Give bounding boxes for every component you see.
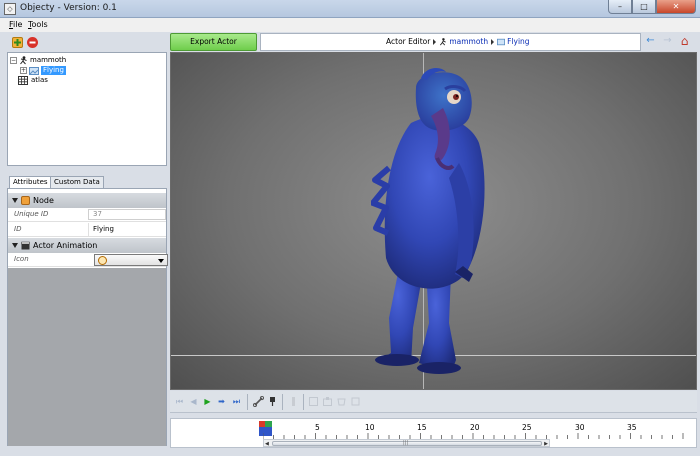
unique-id-field[interactable]: 37 (88, 209, 166, 220)
app-icon: ◇ (4, 3, 16, 15)
actor-icon (20, 56, 27, 65)
timeline[interactable]: 5 10 15 20 25 30 35 ◀ ||| ▶ (170, 418, 697, 448)
tree-item-label: Flying (41, 66, 66, 75)
tick-label: 20 (470, 423, 480, 432)
export-actor-animation-button[interactable]: Export Actor Animation (170, 33, 257, 62)
property-icon: Icon (8, 253, 168, 267)
icon-dropdown[interactable] (94, 254, 168, 266)
tree-item-label: atlas (31, 76, 48, 84)
tree-item-atlas[interactable]: atlas (18, 76, 48, 85)
menu-file-label: ile (13, 20, 23, 29)
add-node-icon[interactable] (12, 37, 23, 48)
clear-frame-icon[interactable] (350, 396, 361, 407)
collapse-icon (12, 198, 18, 203)
back-arrow-icon[interactable]: ← (644, 35, 657, 48)
pin-icon[interactable] (267, 396, 278, 407)
property-unique-id: Unique ID 37 (8, 208, 166, 222)
tree-item-mammoth[interactable]: − mammoth (10, 56, 66, 65)
mammoth-model (371, 68, 485, 374)
tick-label: 35 (627, 423, 637, 432)
menu-tools-label: ools (31, 20, 48, 29)
toolbar-separator (282, 394, 283, 410)
navigation-buttons: ← → ⌂ (644, 35, 691, 48)
id-field[interactable]: Flying (88, 223, 166, 236)
menu-file[interactable]: File (9, 20, 22, 29)
atlas-icon (18, 76, 28, 85)
property-grid: Node Unique ID 37 ID Flying Actor Animat… (7, 188, 168, 446)
scroll-left-icon[interactable]: ◀ (265, 441, 269, 447)
bone-tool-icon[interactable] (252, 395, 265, 408)
tab-custom-data[interactable]: Custom Data (50, 176, 104, 188)
paste-frame-icon[interactable] (322, 396, 333, 407)
tree-toolbar (7, 34, 167, 52)
scene-tree: − mammoth + Flying atlas (7, 52, 167, 166)
play-button[interactable]: ▶ (202, 396, 213, 407)
previous-frame-button[interactable]: ◀ (188, 396, 199, 407)
breadcrumb: Actor Editor mammoth Flying (260, 33, 641, 51)
breadcrumb-separator-icon (491, 39, 495, 45)
first-frame-button[interactable]: ⏮ (174, 396, 185, 407)
breadcrumb-separator-icon (433, 39, 437, 45)
animation-icon (29, 66, 39, 75)
breadcrumb-actor[interactable]: mammoth (449, 34, 488, 50)
icon-label: Icon (14, 255, 29, 263)
3d-viewport[interactable] (170, 52, 697, 390)
home-icon[interactable]: ⌂ (678, 35, 691, 48)
expander-icon[interactable]: + (20, 67, 27, 74)
toolbar-separator (247, 394, 248, 410)
section-actor-animation-label: Actor Animation (33, 241, 98, 250)
last-frame-button[interactable]: ⏭ (231, 396, 242, 407)
breadcrumb-animation[interactable]: Flying (507, 34, 529, 50)
playback-toolbar: ⏮ ◀ ▶ ➡ ⏭ (170, 391, 697, 413)
minimize-button[interactable]: – (608, 0, 632, 14)
next-frame-button[interactable]: ➡ (216, 396, 227, 407)
id-label: ID (14, 225, 22, 233)
tree-item-flying[interactable]: + Flying (20, 66, 66, 75)
tree-item-label: mammoth (30, 56, 67, 64)
clapperboard-icon (21, 241, 30, 250)
unique-id-label: Unique ID (14, 210, 49, 218)
tick-label: 10 (365, 423, 375, 432)
window-title: Objecty - Version: 0.1 (20, 3, 117, 13)
copy-frame-icon[interactable] (308, 396, 319, 407)
property-id: ID Flying (8, 223, 166, 237)
menu-tools[interactable]: Tools (28, 20, 48, 29)
breadcrumb-root[interactable]: Actor Editor (386, 34, 430, 50)
maximize-button[interactable]: □ (632, 0, 656, 14)
tick-label: 25 (522, 423, 532, 432)
clock-icon (98, 256, 107, 265)
scrollbar-grip: ||| (403, 440, 409, 446)
node-icon (21, 196, 30, 205)
property-grid-empty-area (8, 268, 166, 446)
collapse-icon (12, 243, 18, 248)
close-button[interactable]: ✕ (656, 0, 696, 14)
remove-node-icon[interactable] (27, 37, 38, 48)
timeline-scrollbar[interactable]: ◀ ||| ▶ (263, 439, 550, 447)
expander-icon[interactable]: − (10, 57, 17, 64)
property-tabs: Attributes Custom Data (7, 176, 167, 189)
toolbar-separator (303, 394, 304, 410)
animation-icon (497, 38, 506, 46)
key-icon[interactable] (288, 396, 299, 407)
scrollbar-thumb[interactable]: ||| (272, 440, 542, 446)
actor-icon (440, 38, 447, 46)
menu-bar: File Tools (0, 18, 700, 32)
section-node-label: Node (33, 196, 54, 205)
chevron-down-icon (158, 259, 164, 263)
scroll-right-icon[interactable]: ▶ (544, 441, 548, 447)
tick-label: 30 (575, 423, 585, 432)
tick-label: 15 (417, 423, 427, 432)
delete-frame-icon[interactable] (336, 396, 347, 407)
title-bar: ◇ Objecty - Version: 0.1 – □ ✕ (0, 0, 700, 18)
section-actor-animation[interactable]: Actor Animation (8, 238, 166, 253)
forward-arrow-icon[interactable]: → (661, 35, 674, 48)
section-node[interactable]: Node (8, 193, 166, 208)
tick-label: 5 (315, 423, 320, 432)
window-controls: – □ ✕ (608, 0, 696, 14)
